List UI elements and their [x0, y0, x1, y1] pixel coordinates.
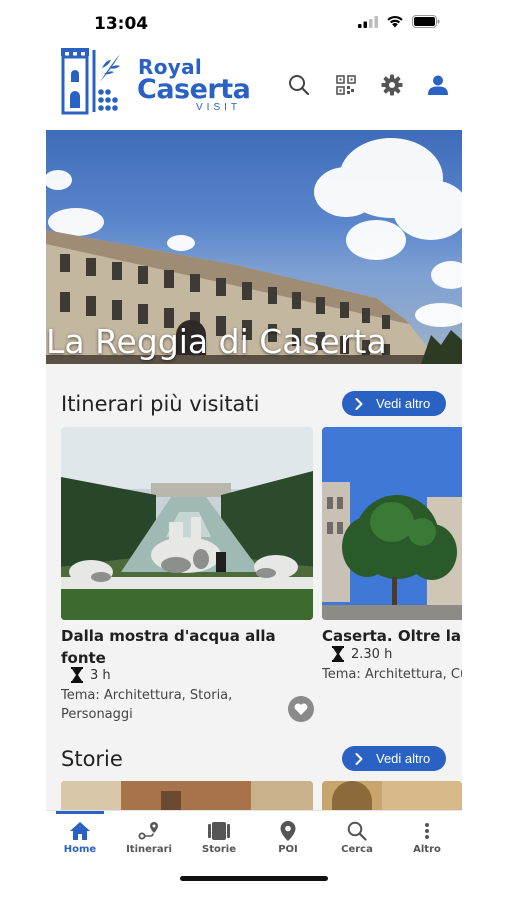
- home-icon: [70, 822, 90, 840]
- nav-label: Itinerari: [126, 844, 172, 855]
- see-more-label: Vedi altro: [376, 396, 431, 411]
- nav-item-itinerari[interactable]: Itinerari: [114, 821, 184, 855]
- search-icon: [289, 75, 310, 96]
- itinerary-card[interactable]: Caserta. Oltre la Re 2.30 h Tema: Archit…: [322, 427, 462, 723]
- nav-label: POI: [278, 844, 298, 855]
- see-more-label: Vedi altro: [376, 751, 431, 766]
- logo-tower-icon: [61, 48, 120, 115]
- itinerary-card-title: Caserta. Oltre la Re: [322, 627, 462, 645]
- status-time: 13:04: [94, 14, 149, 34]
- qr-code-button[interactable]: [331, 70, 361, 100]
- signal-icon: [358, 15, 378, 28]
- itinerari-see-more-button[interactable]: Vedi altro: [342, 391, 446, 416]
- nav-label: Cerca: [341, 844, 373, 855]
- nav-item-poi[interactable]: POI: [253, 821, 323, 855]
- itinerary-tema: Tema: Architettura, Storia, Personaggi: [61, 688, 233, 722]
- itinerary-card-image: [61, 427, 313, 620]
- battery-icon: [412, 15, 440, 28]
- profile-button[interactable]: [423, 70, 453, 100]
- nav-label: Storie: [202, 844, 236, 855]
- chevron-right-icon: [350, 752, 368, 765]
- itinerary-card-image: [322, 427, 462, 620]
- itinerari-section-title: Itinerari più visitati: [61, 392, 260, 416]
- nav-label: Home: [63, 844, 97, 855]
- nav-active-indicator: [56, 811, 104, 814]
- duration-text: 3 h: [90, 667, 111, 683]
- royal-caserta-logo[interactable]: Royal Caserta VISIT: [58, 44, 258, 116]
- nav-item-cerca[interactable]: Cerca: [322, 821, 392, 855]
- itinerary-tema: Tema: Architettura, Cu: [322, 667, 462, 682]
- itinerary-duration: 2.30 h: [332, 646, 392, 662]
- more-vertical-icon: [425, 823, 429, 839]
- qr-code-icon: [336, 75, 356, 95]
- nav-item-storie[interactable]: Storie: [184, 821, 254, 855]
- itinerary-card[interactable]: Dalla mostra d'acqua alla fonte 3 h Tema…: [61, 427, 314, 723]
- itinerary-card-title: Dalla mostra d'acqua alla fonte: [61, 627, 276, 667]
- favorite-button[interactable]: [288, 696, 314, 722]
- storie-section-title: Storie: [61, 747, 123, 771]
- search-button[interactable]: [284, 70, 314, 100]
- itinerary-duration: 3 h: [71, 667, 111, 683]
- home-indicator[interactable]: [180, 876, 328, 881]
- nav-item-altro[interactable]: Altro: [392, 821, 462, 855]
- book-icon: [208, 822, 230, 840]
- storie-see-more-button[interactable]: Vedi altro: [342, 746, 446, 771]
- chevron-right-icon: [350, 397, 368, 410]
- hero-banner[interactable]: La Reggia di Caserta: [46, 130, 462, 364]
- bottom-navigation: Home Itinerari Storie POI Cerca Altro: [46, 810, 462, 900]
- nav-label: Altro: [413, 844, 441, 855]
- logo-visit-text: VISIT: [196, 102, 242, 113]
- hourglass-icon: [71, 667, 83, 683]
- search-icon: [347, 821, 367, 841]
- status-bar: 13:04: [46, 0, 462, 44]
- duration-text: 2.30 h: [351, 646, 393, 662]
- status-icons: [358, 15, 440, 28]
- map-pin-icon: [280, 821, 296, 841]
- logo-caserta-text: Caserta: [137, 74, 251, 105]
- app-header: Royal Caserta VISIT: [46, 44, 462, 130]
- wifi-icon: [387, 15, 403, 28]
- hero-title: La Reggia di Caserta: [46, 322, 387, 361]
- heart-icon: [294, 703, 308, 715]
- app-screen: 13:04 Royal Caserta VISIT La Reggia di C…: [46, 0, 462, 900]
- nav-item-home[interactable]: Home: [46, 821, 115, 855]
- settings-button[interactable]: [377, 70, 407, 100]
- gear-icon: [381, 74, 403, 96]
- hourglass-icon: [332, 646, 344, 662]
- user-icon: [428, 75, 448, 95]
- route-icon: [138, 822, 158, 840]
